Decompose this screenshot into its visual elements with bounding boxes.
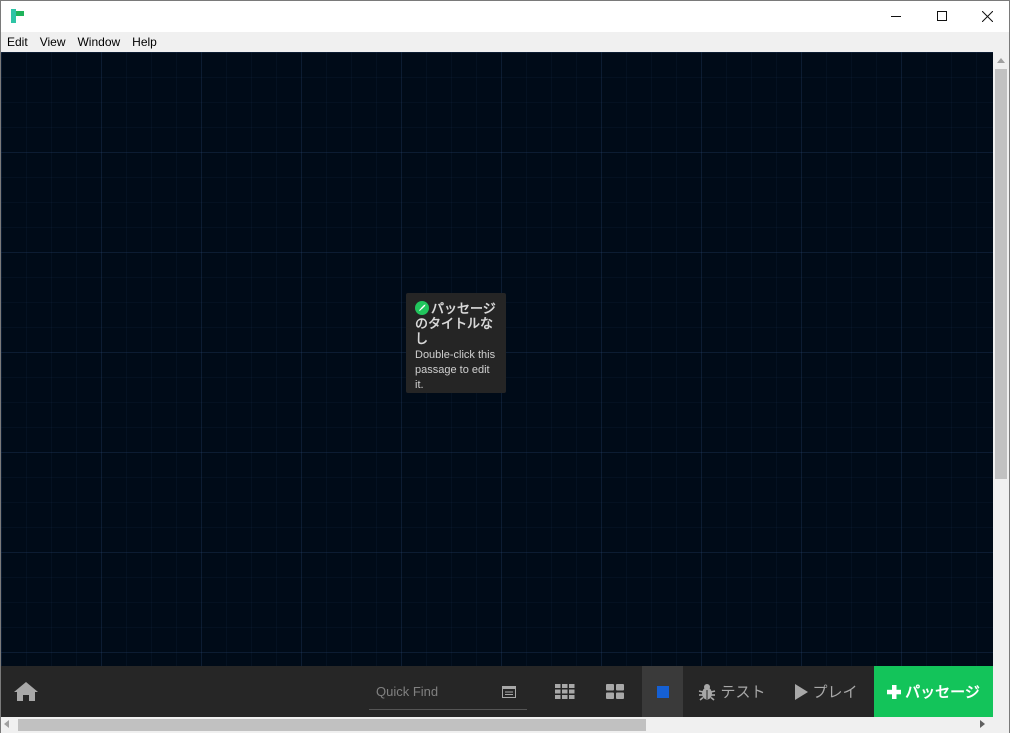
close-button[interactable]: [964, 1, 1010, 31]
add-passage-label: パッセージ: [905, 684, 980, 701]
minimize-icon: [891, 16, 901, 17]
horizontal-scroll-thumb[interactable]: [18, 719, 646, 731]
maximize-button[interactable]: [919, 1, 965, 31]
play-button[interactable]: プレイ: [785, 666, 867, 717]
menu-help[interactable]: Help: [126, 32, 163, 52]
zoom-medium-button[interactable]: [595, 666, 635, 717]
menu-view[interactable]: View: [34, 32, 72, 52]
app-logo-icon: [11, 9, 25, 23]
minimize-button[interactable]: [873, 1, 919, 31]
scroll-right-arrow-icon[interactable]: [980, 720, 985, 728]
passage-card[interactable]: パッセージのタイトルなし Double-click this passage t…: [406, 293, 506, 393]
highlight-options-icon[interactable]: [502, 686, 516, 698]
maximize-icon: [937, 11, 947, 21]
story-map-canvas[interactable]: パッセージのタイトルなし Double-click this passage t…: [1, 52, 993, 666]
passage-excerpt: Double-click this passage to edit it.: [415, 349, 496, 391]
zoom-small-button[interactable]: [545, 666, 585, 717]
scrollbar-corner: [993, 717, 1009, 733]
title-bar[interactable]: [1, 1, 1009, 32]
zoom-large-button[interactable]: [642, 666, 683, 717]
grid-nine-icon: [555, 684, 575, 699]
quick-find-input[interactable]: [369, 680, 489, 702]
rocket-icon: [415, 301, 429, 315]
app-window: Edit View Window Help パッセージのタイトルなし Doubl…: [0, 0, 1010, 733]
menu-bar: Edit View Window Help: [1, 32, 1009, 52]
home-icon: [14, 682, 38, 701]
home-button[interactable]: [13, 680, 39, 704]
grid-four-icon: [606, 684, 624, 699]
quick-find-field: [369, 676, 527, 710]
bottom-toolbar: テスト プレイ パッセージ: [1, 666, 993, 717]
scroll-left-arrow-icon[interactable]: [4, 720, 9, 728]
bug-icon: [699, 683, 716, 701]
add-passage-button[interactable]: パッセージ: [874, 666, 993, 717]
scroll-up-arrow-icon[interactable]: [993, 52, 1009, 69]
vertical-scrollbar[interactable]: [993, 52, 1009, 717]
play-icon: [795, 683, 809, 700]
menu-edit[interactable]: Edit: [1, 32, 34, 52]
plus-icon: [887, 684, 902, 699]
passage-title-row: パッセージのタイトルなし: [415, 301, 498, 346]
close-icon: [981, 10, 993, 22]
square-icon: [656, 685, 669, 698]
vertical-scroll-thumb[interactable]: [995, 69, 1007, 479]
test-button[interactable]: テスト: [689, 666, 775, 717]
horizontal-scrollbar[interactable]: [1, 717, 993, 733]
play-label: プレイ: [812, 684, 858, 701]
menu-window[interactable]: Window: [71, 32, 126, 52]
test-label: テスト: [720, 684, 766, 701]
